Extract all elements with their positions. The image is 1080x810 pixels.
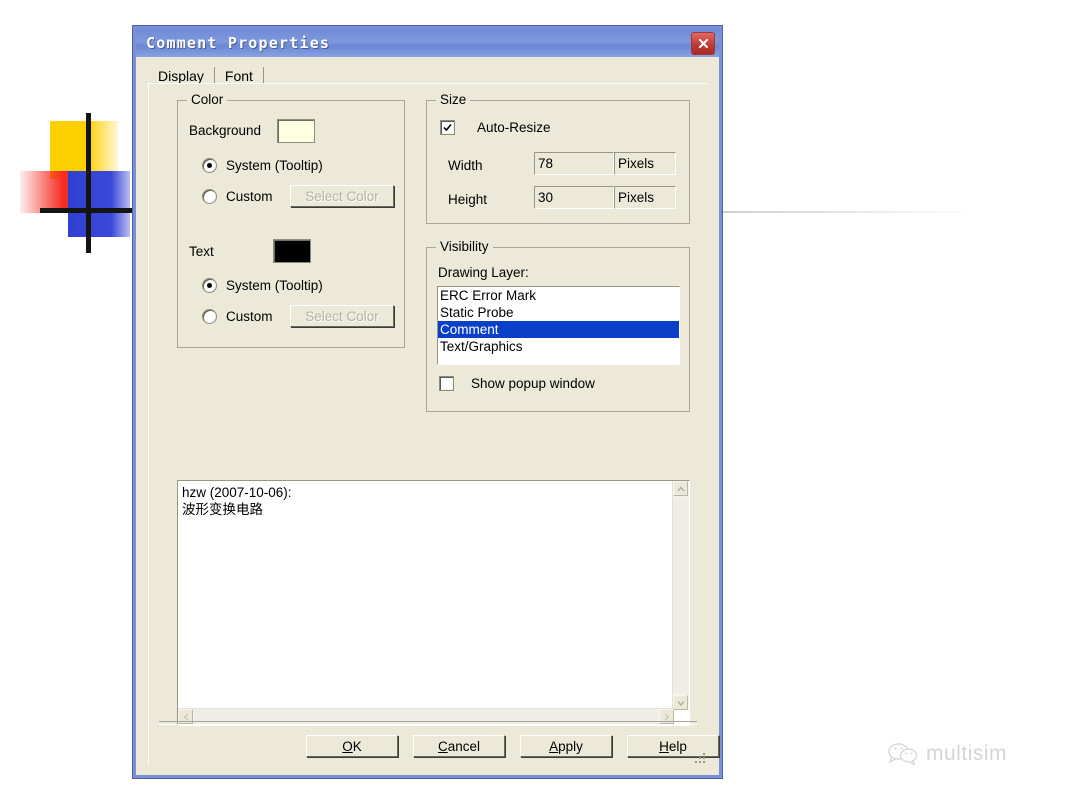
watermark-label: multisim bbox=[926, 742, 1007, 765]
show-popup-row[interactable]: Show popup window bbox=[439, 376, 595, 391]
background-label: Background bbox=[189, 123, 262, 138]
dialog-button-bar: OK Cancel Apply Help bbox=[149, 721, 719, 765]
scroll-vertical-thumb[interactable] bbox=[673, 497, 688, 693]
drawing-layer-listbox[interactable]: ERC Error Mark Static Probe Comment Text… bbox=[437, 286, 680, 365]
text-select-color-button[interactable]: Select Color bbox=[290, 305, 394, 327]
height-input[interactable]: 30 bbox=[534, 186, 614, 209]
apply-button-label: Apply bbox=[549, 738, 583, 754]
cancel-button[interactable]: Cancel bbox=[413, 735, 505, 757]
resize-grip[interactable] bbox=[693, 751, 705, 763]
height-label: Height bbox=[448, 192, 488, 207]
layer-item-comment[interactable]: Comment bbox=[438, 321, 679, 338]
display-tab-page: Color Background System (Tooltip) Custom… bbox=[148, 83, 719, 765]
background-system-radio[interactable] bbox=[202, 158, 217, 173]
comment-text-content: hzw (2007-10-06): 波形变换电路 bbox=[182, 485, 292, 517]
dialog-title: Comment Properties bbox=[146, 34, 331, 52]
background-divider-line bbox=[722, 211, 962, 213]
scroll-up-button[interactable] bbox=[673, 481, 688, 496]
background-custom-radio-row[interactable]: Custom bbox=[202, 189, 273, 204]
comment-properties-dialog: Comment Properties Display Font Color Ba… bbox=[133, 26, 722, 778]
show-popup-label: Show popup window bbox=[471, 376, 595, 391]
visibility-group-title: Visibility bbox=[436, 239, 493, 254]
height-units: Pixels bbox=[614, 186, 676, 209]
text-custom-radio-label: Custom bbox=[226, 309, 273, 324]
logo-blue-square bbox=[68, 171, 130, 237]
background-system-radio-label: System (Tooltip) bbox=[226, 158, 323, 173]
color-group: Color Background System (Tooltip) Custom… bbox=[177, 92, 405, 348]
width-units: Pixels bbox=[614, 152, 676, 175]
layer-item-erc-error-mark[interactable]: ERC Error Mark bbox=[438, 287, 679, 304]
text-color-swatch[interactable] bbox=[273, 239, 311, 263]
help-button[interactable]: Help bbox=[627, 735, 719, 757]
auto-resize-label: Auto-Resize bbox=[477, 120, 551, 135]
ok-button[interactable]: OK bbox=[306, 735, 398, 757]
width-input[interactable]: 78 bbox=[534, 152, 614, 175]
size-group: Size Auto-Resize Width 78 Pixels Height … bbox=[426, 92, 690, 224]
close-x-icon bbox=[698, 38, 709, 49]
drawing-layer-label: Drawing Layer: bbox=[438, 265, 529, 280]
text-system-radio-row[interactable]: System (Tooltip) bbox=[202, 278, 323, 293]
auto-resize-row[interactable]: Auto-Resize bbox=[440, 120, 551, 135]
background-system-radio-row[interactable]: System (Tooltip) bbox=[202, 158, 323, 173]
text-custom-radio[interactable] bbox=[202, 309, 217, 324]
logo-vertical-bar bbox=[86, 113, 91, 253]
text-system-radio[interactable] bbox=[202, 278, 217, 293]
cancel-button-label: Cancel bbox=[437, 738, 481, 754]
comment-text-area[interactable]: hzw (2007-10-06): 波形变换电路 bbox=[177, 480, 690, 726]
text-label: Text bbox=[189, 244, 214, 259]
comment-vertical-scrollbar[interactable] bbox=[672, 481, 689, 710]
layer-item-text-graphics[interactable]: Text/Graphics bbox=[438, 338, 679, 355]
visibility-group: Visibility Drawing Layer: ERC Error Mark… bbox=[426, 239, 690, 412]
color-group-title: Color bbox=[187, 92, 228, 107]
background-custom-radio[interactable] bbox=[202, 189, 217, 204]
show-popup-checkbox[interactable] bbox=[439, 376, 454, 391]
multisim-watermark: multisim bbox=[888, 742, 1007, 766]
text-system-radio-label: System (Tooltip) bbox=[226, 278, 323, 293]
background-select-color-button[interactable]: Select Color bbox=[290, 185, 394, 207]
size-group-title: Size bbox=[436, 92, 471, 107]
auto-resize-checkbox[interactable] bbox=[440, 120, 455, 135]
ok-button-label: OK bbox=[342, 738, 362, 754]
wechat-bubble-icon bbox=[888, 743, 918, 765]
logo-horizontal-bar bbox=[40, 208, 140, 213]
dialog-titlebar[interactable]: Comment Properties bbox=[136, 29, 719, 57]
close-button[interactable] bbox=[691, 32, 715, 55]
apply-button[interactable]: Apply bbox=[520, 735, 612, 757]
layer-item-static-probe[interactable]: Static Probe bbox=[438, 304, 679, 321]
button-bar-separator bbox=[159, 721, 697, 725]
help-button-label: Help bbox=[659, 738, 687, 754]
scroll-down-button[interactable] bbox=[673, 695, 688, 710]
background-custom-radio-label: Custom bbox=[226, 189, 273, 204]
width-label: Width bbox=[448, 158, 483, 173]
text-custom-radio-row[interactable]: Custom bbox=[202, 309, 273, 324]
background-color-swatch[interactable] bbox=[277, 119, 315, 143]
decorative-logo-graphic bbox=[18, 113, 140, 263]
tab-separator-2 bbox=[262, 67, 264, 84]
